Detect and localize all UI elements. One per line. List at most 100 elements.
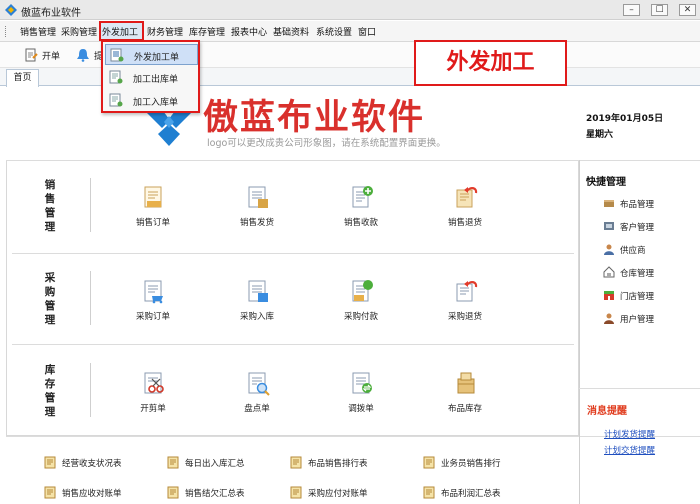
- store-icon: [604, 291, 614, 300]
- report-icon: [290, 456, 302, 469]
- message-link-planned-handover[interactable]: 计划交货提醒: [604, 444, 655, 456]
- tab-home[interactable]: 首页: [6, 69, 39, 87]
- annotation-callout: 外发加工: [414, 40, 567, 86]
- report-label: 每日出入库汇总: [185, 459, 245, 469]
- sales-delivery-icon[interactable]: [245, 184, 271, 210]
- purchase-inbound-icon[interactable]: [245, 278, 271, 304]
- transfer-icon[interactable]: [349, 370, 375, 396]
- bell-icon: [77, 49, 89, 62]
- divider: [90, 363, 91, 417]
- brand-subtitle: logo可以更改成贵公司形象图，请在系统配置界面更换。: [207, 138, 446, 149]
- sales-return-icon[interactable]: [453, 184, 479, 210]
- sales-return-label[interactable]: 销售退货: [430, 216, 500, 228]
- report-icon: [290, 486, 302, 499]
- current-weekday: 星期六: [586, 130, 614, 140]
- transfer-label[interactable]: 调拨单: [326, 402, 396, 414]
- dropdown-item-processing-order[interactable]: 外发加工单: [105, 44, 198, 65]
- title-bar: 傲蓝布业软件 – ☐ ✕: [0, 0, 700, 20]
- report-label: 销售结欠汇总表: [185, 489, 245, 499]
- purchase-order-icon[interactable]: [141, 278, 167, 304]
- divider: [12, 344, 574, 345]
- divider: [579, 388, 700, 389]
- quick-label: 供应商: [620, 246, 646, 256]
- report-icon: [423, 486, 435, 499]
- menu-settings[interactable]: 系统设置: [316, 25, 352, 38]
- report-label: 业务员销售排行: [441, 459, 501, 469]
- sales-order-label[interactable]: 销售订单: [118, 216, 188, 228]
- module-panel: [6, 160, 579, 436]
- report-icon: [167, 486, 179, 499]
- divider: [90, 178, 91, 232]
- maximize-button[interactable]: ☐: [651, 4, 668, 16]
- quick-label: 布品管理: [620, 200, 655, 210]
- purchase-order-label[interactable]: 采购订单: [118, 310, 188, 322]
- minimize-button[interactable]: –: [623, 4, 640, 16]
- purchase-inbound-label[interactable]: 采购入库: [222, 310, 292, 322]
- quick-label: 用户管理: [620, 315, 655, 325]
- menu-purchase[interactable]: 采购管理: [61, 25, 97, 38]
- report-icon: [44, 486, 56, 499]
- report-label: 布品利润汇总表: [441, 489, 501, 499]
- supplier-icon: [604, 244, 614, 255]
- section-label-purchase: 采购管理: [44, 272, 56, 326]
- dropdown-label: 加工出库单: [133, 75, 179, 85]
- divider: [6, 160, 700, 161]
- report-label: 采购应付对账单: [308, 489, 368, 499]
- quick-label: 客户管理: [620, 223, 655, 233]
- toolbar-open-order[interactable]: 开单: [42, 49, 60, 62]
- divider: [579, 160, 580, 504]
- menu-inventory[interactable]: 库存管理: [189, 25, 225, 38]
- inbound-icon: [109, 93, 123, 107]
- fabric-icon: [604, 200, 614, 207]
- purchase-payment-icon[interactable]: [349, 278, 375, 304]
- section-label-sales: 销售管理: [44, 179, 56, 233]
- close-button[interactable]: ✕: [679, 4, 696, 16]
- quick-title: 快捷管理: [586, 177, 626, 188]
- section-label-inventory: 库存管理: [44, 364, 56, 418]
- dropdown-label: 外发加工单: [134, 53, 180, 63]
- menu-sales[interactable]: 销售管理: [20, 25, 56, 38]
- menu-reports[interactable]: 报表中心: [231, 25, 267, 38]
- report-icon: [44, 456, 56, 469]
- processing-order-icon: [110, 48, 124, 62]
- fabric-stock-label[interactable]: 布品库存: [430, 402, 500, 414]
- message-link-planned-delivery[interactable]: 计划发货提醒: [604, 428, 655, 440]
- user-icon: [604, 313, 614, 324]
- stocktake-icon[interactable]: [245, 370, 271, 396]
- menu-outsourcing[interactable]: 外发加工: [102, 25, 138, 38]
- dropdown-item-inbound[interactable]: 加工入库单: [105, 90, 198, 111]
- sales-delivery-label[interactable]: 销售发货: [222, 216, 292, 228]
- sales-receipt-label[interactable]: 销售收款: [326, 216, 396, 228]
- purchase-payment-label[interactable]: 采购付款: [326, 310, 396, 322]
- sales-order-icon[interactable]: [141, 184, 167, 210]
- dropdown-item-outbound[interactable]: 加工出库单: [105, 67, 198, 88]
- quick-label: 门店管理: [620, 292, 655, 302]
- dropdown-label: 加工入库单: [133, 98, 179, 108]
- fabric-stock-icon[interactable]: [453, 370, 479, 396]
- sales-receipt-icon[interactable]: [349, 184, 375, 210]
- menu-basic-data[interactable]: 基础资料: [273, 25, 309, 38]
- menu-finance[interactable]: 财务管理: [147, 25, 183, 38]
- cut-order-label[interactable]: 开剪单: [118, 402, 188, 414]
- app-logo-icon: [5, 4, 17, 16]
- outbound-icon: [109, 70, 123, 84]
- warehouse-icon: [603, 266, 615, 278]
- report-label: 销售应收对账单: [62, 489, 122, 499]
- purchase-return-icon[interactable]: [453, 278, 479, 304]
- customer-icon: [604, 222, 614, 230]
- outsourcing-dropdown: 外发加工单 加工出库单 加工入库单: [101, 40, 200, 113]
- menu-grip: [5, 26, 7, 37]
- window-title: 傲蓝布业软件: [21, 8, 81, 19]
- messages-title: 消息提醒: [587, 406, 627, 417]
- report-label: 经营收支状况表: [62, 459, 122, 469]
- divider: [6, 436, 700, 437]
- current-date: 2019年01月05日: [586, 114, 664, 124]
- divider: [90, 271, 91, 325]
- quick-label: 仓库管理: [620, 269, 655, 279]
- purchase-return-label[interactable]: 采购退货: [430, 310, 500, 322]
- report-icon: [423, 456, 435, 469]
- stocktake-label[interactable]: 盘点单: [222, 402, 292, 414]
- cut-order-icon[interactable]: [141, 370, 167, 396]
- report-icon: [167, 456, 179, 469]
- menu-window[interactable]: 窗口: [358, 25, 376, 38]
